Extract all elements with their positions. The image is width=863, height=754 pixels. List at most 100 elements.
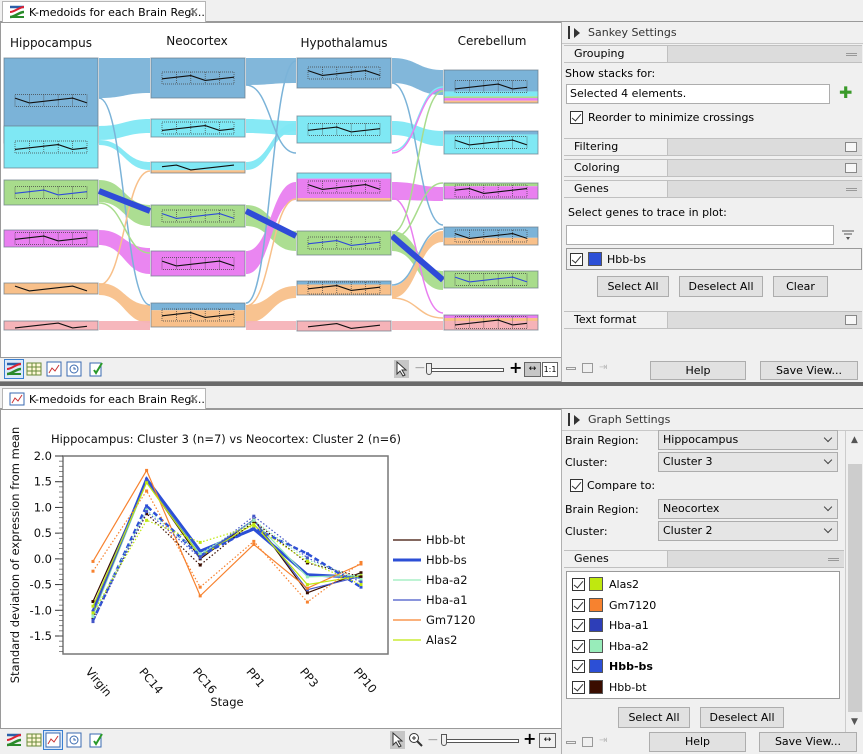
annotation-view-button[interactable]: [88, 732, 104, 748]
gene-checkbox[interactable]: [572, 660, 585, 673]
collapse-icon[interactable]: [846, 53, 857, 56]
line-chart[interactable]: Hippocampus: Cluster 3 (n=7) vs Neocorte…: [1, 410, 560, 728]
sankey-diagram[interactable]: Hippocampus Neocortex Hypothalamus Cerebell…: [1, 23, 561, 357]
traced-gene-row[interactable]: Hbb-bs: [566, 248, 862, 270]
scrollbar-thumb[interactable]: [848, 464, 862, 712]
expand-folder-icon[interactable]: [845, 142, 857, 152]
select-tool-button[interactable]: [394, 360, 409, 378]
compare-cluster-select[interactable]: Cluster 2: [658, 521, 838, 541]
sankey-node: [296, 320, 392, 332]
zoom-out-button[interactable]: −: [427, 732, 439, 748]
genes-section-header[interactable]: Genes: [564, 180, 862, 198]
graph-view-button[interactable]: [43, 730, 63, 750]
zoom-slider[interactable]: [428, 368, 504, 372]
chevron-down-icon: [823, 502, 833, 512]
collapse-all-icon[interactable]: [566, 741, 576, 744]
stacks-input[interactable]: Selected 4 elements.: [566, 84, 830, 104]
zoom-in-button[interactable]: +: [509, 358, 522, 377]
traced-gene-checkbox[interactable]: [570, 253, 583, 266]
collapse-icon[interactable]: [828, 558, 839, 561]
fit-width-button[interactable]: ↔: [539, 733, 556, 748]
expand-all-icon[interactable]: [582, 363, 593, 373]
gene-checkbox[interactable]: [572, 680, 585, 694]
save-view-button[interactable]: Save View...: [760, 361, 858, 380]
help-button[interactable]: Help: [649, 732, 746, 752]
compare-checkbox[interactable]: [570, 479, 583, 492]
x-axis-label: Stage: [210, 695, 243, 709]
fit-width-button[interactable]: ↔: [524, 362, 541, 377]
legend-label: Hba-a2: [426, 573, 468, 587]
table-view-button[interactable]: [26, 732, 42, 748]
gene-checkbox[interactable]: [572, 619, 585, 632]
history-view-button[interactable]: [66, 732, 82, 748]
gene-list-item[interactable]: Alas2: [567, 575, 839, 595]
tab-sankey[interactable]: K-medoids for each Brain Regi... ✕: [2, 1, 206, 22]
clear-button[interactable]: Clear: [773, 276, 828, 297]
select-tool-button[interactable]: [390, 731, 405, 749]
gene-checkbox[interactable]: [572, 598, 585, 612]
tab-graph[interactable]: K-medoids for each Brain Regi... ✕: [2, 388, 206, 409]
zoom-out-button[interactable]: −: [414, 360, 426, 376]
collapse-icon[interactable]: [846, 188, 857, 191]
gene-list-item[interactable]: Gm7120: [567, 596, 839, 616]
y-tick-label: 1.5: [34, 475, 52, 489]
chevron-down-icon: [823, 455, 833, 465]
table-view-button[interactable]: [26, 361, 42, 377]
gene-list-item[interactable]: Hba-a2: [567, 637, 839, 657]
zoom-slider-handle[interactable]: [426, 363, 432, 375]
vertical-scrollbar[interactable]: ▲ ▼: [845, 431, 863, 733]
deselect-all-button[interactable]: Deselect All: [700, 707, 784, 728]
zoom-in-button[interactable]: +: [523, 729, 536, 748]
zoom-slider-handle[interactable]: [441, 734, 447, 746]
scroll-down-icon[interactable]: ▼: [851, 717, 858, 727]
y-tick-label: -1.5: [30, 629, 52, 643]
grouping-section-header[interactable]: Grouping: [564, 45, 862, 63]
deselect-all-button[interactable]: Deselect All: [679, 276, 763, 297]
collapse-panel-icon[interactable]: [574, 27, 580, 38]
expand-folder-icon[interactable]: [845, 315, 857, 325]
graph-settings-header[interactable]: Graph Settings: [562, 409, 863, 431]
close-icon[interactable]: ✕: [189, 5, 199, 19]
brain-region-select[interactable]: Hippocampus: [658, 430, 838, 450]
gene-list-item[interactable]: Hbb-bt: [567, 678, 839, 698]
help-button[interactable]: Help: [650, 361, 746, 380]
sankey-view-button[interactable]: [6, 732, 22, 748]
one-to-one-button[interactable]: 1:1: [542, 362, 558, 377]
filtering-section-header[interactable]: Filtering: [564, 138, 862, 156]
sankey-node: [3, 320, 99, 331]
dock-icon[interactable]: ⇥: [599, 735, 607, 746]
save-view-button[interactable]: Save View...: [759, 732, 857, 752]
sankey-flow: [392, 321, 443, 330]
gene-checkbox[interactable]: [572, 578, 585, 591]
zoom-slider[interactable]: [443, 739, 519, 743]
dock-icon[interactable]: ⇥: [599, 362, 607, 373]
expand-folder-icon[interactable]: [845, 163, 857, 173]
expand-all-icon[interactable]: [582, 737, 593, 747]
sankey-view-button[interactable]: [4, 359, 24, 379]
zoom-tool-button[interactable]: [408, 732, 424, 748]
select-all-button[interactable]: Select All: [597, 276, 669, 297]
close-icon[interactable]: ✕: [189, 392, 199, 406]
coloring-section-header[interactable]: Coloring: [564, 159, 862, 177]
genes-section-header[interactable]: Genes: [564, 550, 844, 568]
select-all-button[interactable]: Select All: [618, 707, 690, 728]
gene-checkbox[interactable]: [572, 639, 585, 653]
collapse-panel-icon[interactable]: [574, 414, 580, 425]
add-stack-icon[interactable]: ✚: [839, 83, 852, 102]
gene-search-input[interactable]: [566, 225, 834, 245]
sankey-settings-header[interactable]: Sankey Settings: [562, 22, 863, 44]
gene-list-item[interactable]: Hbb-bs: [567, 657, 839, 677]
cluster-select[interactable]: Cluster 3: [658, 452, 838, 472]
data-point: [145, 518, 149, 522]
gene-list-item[interactable]: Hba-a1: [567, 616, 839, 636]
split-divider[interactable]: [0, 382, 863, 386]
graph-view-button[interactable]: [46, 361, 62, 377]
annotation-view-button[interactable]: [88, 361, 104, 377]
reorder-checkbox[interactable]: [570, 111, 583, 124]
filter-icon[interactable]: [842, 230, 854, 243]
scroll-up-icon[interactable]: ▲: [851, 435, 858, 445]
history-view-button[interactable]: [66, 361, 82, 377]
collapse-all-icon[interactable]: [566, 367, 576, 370]
text-format-section-header[interactable]: Text format: [564, 311, 862, 329]
compare-brain-region-select[interactable]: Neocortex: [658, 499, 838, 519]
